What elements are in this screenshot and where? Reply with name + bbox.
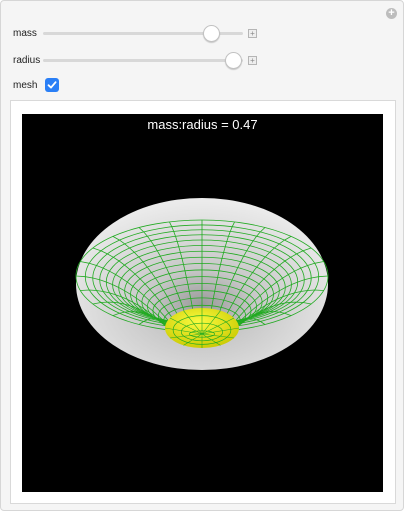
plot-area[interactable]: mass:radius = 0.47 — [22, 114, 383, 492]
funnel-surface-plot — [75, 198, 329, 370]
mesh-checkbox[interactable] — [45, 78, 59, 92]
plus-circle-icon[interactable]: + — [386, 8, 397, 19]
checkmark-icon — [47, 81, 57, 89]
radius-slider-thumb[interactable] — [225, 52, 242, 69]
manipulate-panel: + mass + radius + mesh mass:radius = 0.4… — [0, 0, 404, 511]
mass-slider[interactable] — [43, 25, 243, 42]
radius-label: radius — [13, 55, 41, 66]
radius-slider[interactable] — [43, 52, 243, 69]
plus-box-icon[interactable]: + — [248, 29, 257, 38]
mass-slider-thumb[interactable] — [203, 25, 220, 42]
mass-label: mass — [13, 28, 37, 39]
mesh-label: mesh — [13, 80, 38, 91]
plus-box-icon[interactable]: + — [248, 56, 257, 65]
